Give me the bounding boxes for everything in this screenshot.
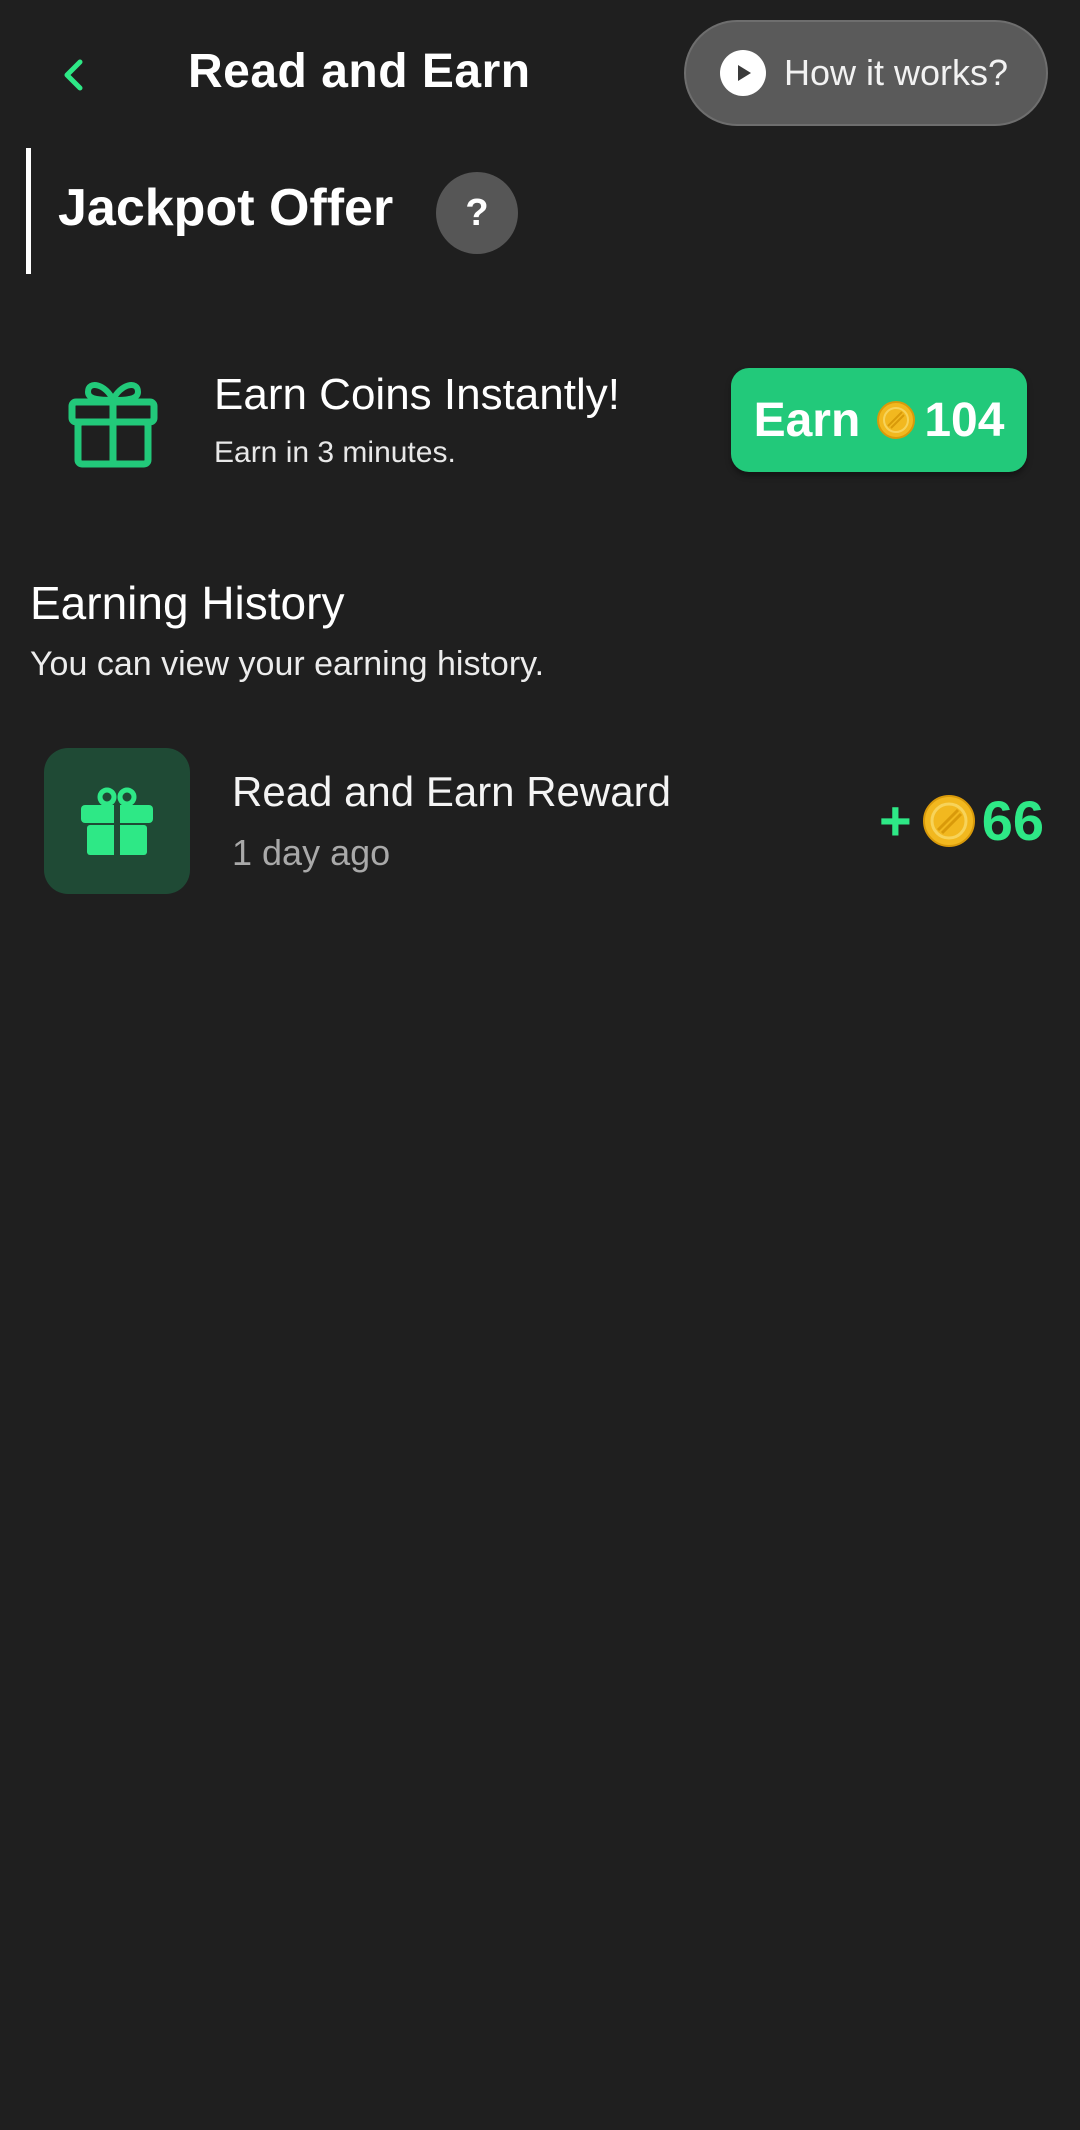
reward-icon-box <box>44 748 190 894</box>
coin-icon <box>922 794 975 847</box>
gift-icon <box>68 382 158 468</box>
offer-title: Earn Coins Instantly! <box>214 370 620 419</box>
how-it-works-button[interactable]: How it works? <box>684 20 1048 126</box>
amount-value: 66 <box>981 789 1044 852</box>
list-item[interactable]: Read and Earn Reward 1 day ago + 66 <box>44 748 1044 894</box>
earn-offer-card: Earn Coins Instantly! Earn in 3 minutes.… <box>0 360 1080 480</box>
history-item-title: Read and Earn Reward <box>232 768 671 815</box>
gift-icon <box>81 787 153 855</box>
play-icon <box>720 50 766 96</box>
back-button[interactable] <box>48 50 98 100</box>
history-item-amount: + 66 <box>879 788 1044 853</box>
help-button[interactable]: ? <box>436 172 518 254</box>
earn-button-label: Earn <box>753 393 861 447</box>
app-header: Read and Earn How it works? <box>0 0 1080 150</box>
earn-button-value: 104 <box>924 393 1005 447</box>
coin-icon <box>877 401 916 439</box>
page-title: Read and Earn <box>188 45 531 98</box>
earn-button[interactable]: Earn 104 <box>731 368 1027 472</box>
amount-sign: + <box>879 789 912 852</box>
history-subtitle: You can view your earning history. <box>30 645 545 683</box>
jackpot-section: Jackpot Offer ? <box>26 148 626 274</box>
how-it-works-label: How it works? <box>784 52 1009 93</box>
offer-subtitle: Earn in 3 minutes. <box>214 436 456 469</box>
history-item-time: 1 day ago <box>232 832 391 873</box>
section-accent-bar <box>26 148 31 274</box>
history-title: Earning History <box>30 577 345 629</box>
chevron-left-icon <box>64 59 83 91</box>
jackpot-title: Jackpot Offer <box>58 179 394 237</box>
